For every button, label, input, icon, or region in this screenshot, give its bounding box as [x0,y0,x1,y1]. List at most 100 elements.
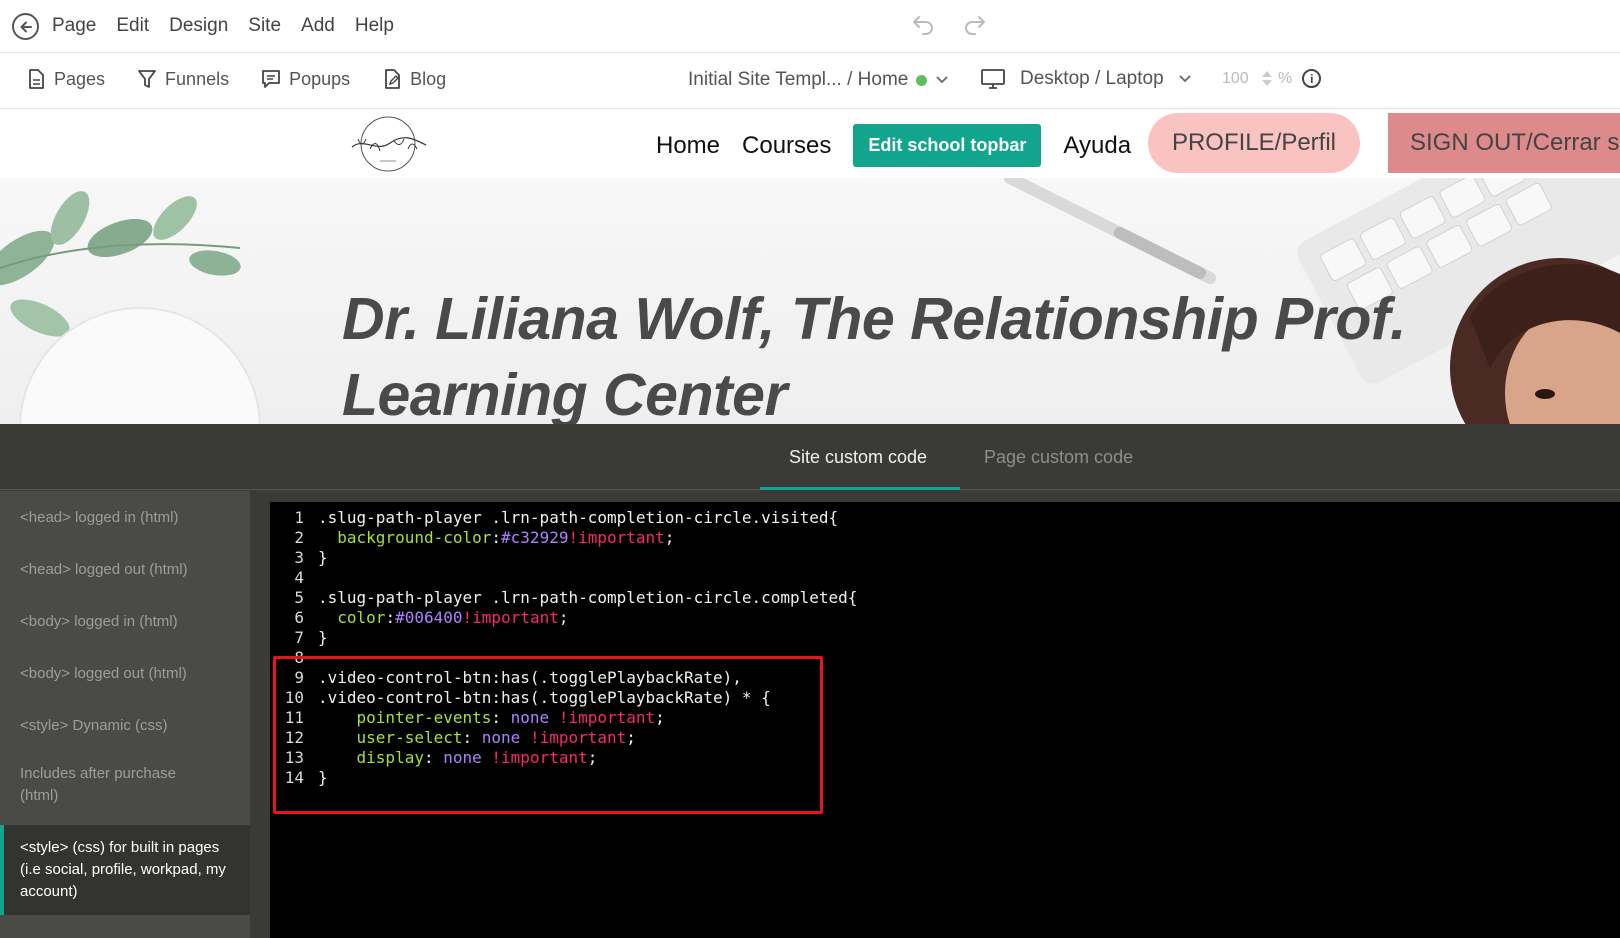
code-token: pointer-events [356,708,492,727]
blog-edit-icon [385,69,401,89]
panel-tabs: Site custom code Page custom code [0,424,1620,490]
sidebar-item-style-built-in-pages[interactable]: <style> (css) for built in pages (i.e so… [0,825,250,915]
code-token: color [337,608,386,627]
code-token: ; [587,748,598,767]
code-line[interactable]: 8 [270,648,318,668]
sidebar-item-includes-after-purchase[interactable]: Includes after purchase (html) [0,763,210,807]
sign-out-button[interactable]: SIGN OUT/Cerrar s [1388,113,1620,173]
sidebar-item-head-logged-in[interactable]: <head> logged in (html) [0,507,250,529]
sidebar-item-head-logged-out[interactable]: <head> logged out (html) [0,559,250,581]
code-line[interactable]: 14} [270,768,328,788]
undo-redo-group [910,14,988,38]
menu-items: Page Edit Design Site Add Help [52,15,394,37]
code-line[interactable]: 3} [270,548,327,568]
code-token: none [510,708,550,727]
line-number: 5 [294,588,304,607]
code-line[interactable]: 7} [270,628,328,648]
code-line[interactable]: 11 pointer-events: none !important; [270,708,665,728]
code-token: none [481,728,521,747]
menu-help[interactable]: Help [355,15,394,37]
code-line[interactable]: 6 color:#006400!important; [270,608,568,628]
redo-icon[interactable] [962,14,988,38]
code-line[interactable]: 1 .slug-path-player .lrn-path-completion-… [270,508,838,528]
code-editor[interactable]: 1 .slug-path-player .lrn-path-completion-… [270,502,1620,938]
blog-button[interactable]: Blog [382,68,446,90]
hero-title-line-1: Dr. Liliana Wolf, The Relationship Prof. [342,286,1406,352]
back-arrow-icon[interactable] [12,13,39,40]
code-token: background-color [337,528,492,547]
code-line[interactable]: 13 display: none !important; [270,748,598,768]
code-token: !important [491,748,588,767]
code-token: .slug-path-player .lrn-path-completion-c… [318,508,839,527]
code-line[interactable]: 9 .video-control-btn:has(.togglePlaybackR… [270,668,741,688]
code-token: ; [664,528,675,547]
published-status-dot [916,74,928,86]
line-number: 7 [294,628,304,647]
menu-design[interactable]: Design [169,15,228,37]
code-token: .video-control-btn:has(.togglePlaybackRa… [318,688,771,707]
edit-school-topbar-button[interactable]: Edit school topbar [853,124,1042,167]
code-token: !important [462,608,559,627]
chevron-down-icon [935,69,949,91]
site-page-selector[interactable]: Initial Site Templ... / Home [688,69,949,91]
code-token: } [318,768,328,787]
zoom-unit: % [1278,69,1293,87]
tab-page-custom-code[interactable]: Page custom code [984,447,1133,468]
tab-site-custom-code[interactable]: Site custom code [789,447,927,468]
chevron-down-icon [1178,68,1192,90]
profile-button[interactable]: PROFILE/Perfil [1148,113,1360,173]
code-line[interactable]: 10 .video-control-btn:has(.togglePlayback… [270,688,771,708]
code-line[interactable]: 2 background-color:#c32929!important; [270,528,674,548]
device-label: Desktop / Laptop [1020,68,1164,89]
device-selector[interactable]: Desktop / Laptop [980,68,1192,90]
code-token: .slug-path-player .lrn-path-completion-c… [318,588,858,607]
line-number: 10 [284,688,304,707]
funnels-label: Funnels [165,68,230,89]
code-line[interactable]: 12 user-select: none !important; [270,728,636,748]
line-number: 11 [284,708,304,727]
code-section-sidebar: <head> logged in (html) <head> logged ou… [0,491,250,938]
line-number: 9 [294,668,304,687]
nav-home-link[interactable]: Home [656,132,720,160]
code-token: ; [655,708,665,727]
code-token: #c32929 [501,528,569,547]
pages-button[interactable]: Pages [26,68,105,90]
line-number: 13 [284,748,304,767]
site-topbar: Home Courses Edit school topbar Ayuda PR… [0,110,1620,178]
line-number: 6 [294,608,304,627]
code-line[interactable]: 4 [270,568,318,588]
monitor-icon [981,69,1005,89]
line-number: 14 [284,768,304,787]
popups-button[interactable]: Popups [261,68,350,90]
active-tab-indicator [760,487,960,490]
zoom-input[interactable]: 100 [1222,70,1256,88]
menu-site[interactable]: Site [248,15,281,37]
nav-help-link[interactable]: Ayuda [1063,132,1131,160]
funnels-button[interactable]: Funnels [137,68,229,90]
undo-icon[interactable] [910,14,936,38]
editor-toolbar: Pages Funnels Popups Blog Initial Site T… [0,54,1620,109]
sidebar-item-style-dynamic[interactable]: <style> Dynamic (css) [0,715,250,737]
zoom-stepper[interactable] [1262,71,1272,86]
info-icon[interactable]: i [1302,69,1322,88]
menu-edit[interactable]: Edit [116,15,149,37]
line-number: 3 [294,548,304,567]
code-token: !important [558,708,656,727]
sidebar-item-body-logged-out[interactable]: <body> logged out (html) [0,663,250,685]
code-line[interactable]: 5 .slug-path-player .lrn-path-completion-… [270,588,857,608]
pages-label: Pages [54,68,106,89]
menu-page[interactable]: Page [52,15,96,37]
menu-add[interactable]: Add [301,15,335,37]
code-token: } [318,628,328,647]
code-token: : [491,708,511,727]
blog-label: Blog [410,68,447,89]
code-token: ; [558,608,569,627]
sidebar-item-body-logged-in[interactable]: <body> logged in (html) [0,611,250,633]
hero-title: Dr. Liliana Wolf, The Relationship Prof.… [342,281,1406,424]
code-token: : [491,528,502,547]
nav-courses-link[interactable]: Courses [742,132,831,160]
